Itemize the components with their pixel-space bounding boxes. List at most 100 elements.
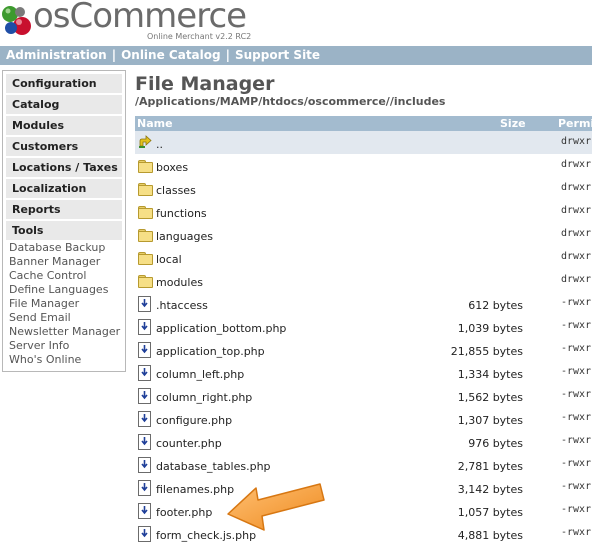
file-permissions: -rwxr xyxy=(561,389,592,400)
folder-icon xyxy=(138,158,153,173)
download-file-icon xyxy=(138,296,152,312)
file-permissions: -rwxr xyxy=(561,435,592,446)
file-permissions: -rwxr xyxy=(561,412,592,423)
file-name[interactable]: classes xyxy=(156,184,196,197)
file-name[interactable]: application_bottom.php xyxy=(156,322,286,335)
table-row[interactable]: form_check.js.php 4,881 bytes -rwxr xyxy=(135,522,592,545)
file-size: 4,881 bytes xyxy=(457,529,523,542)
top-navigation: Administration | Online Catalog | Support Si… xyxy=(0,46,592,65)
file-name[interactable]: footer.php xyxy=(156,506,212,519)
table-row[interactable]: .. drwxr xyxy=(135,131,592,154)
table-row[interactable]: boxes drwxr xyxy=(135,154,592,177)
tools-whos-online-link[interactable]: Who's Online xyxy=(9,353,81,367)
file-name[interactable]: counter.php xyxy=(156,437,222,450)
logo-text: osCommerce xyxy=(33,0,247,36)
tools-banner-manager-link[interactable]: Banner Manager xyxy=(9,255,100,269)
tools-server-info-link[interactable]: Server Info xyxy=(9,339,69,353)
tools-send-email-link[interactable]: Send Email xyxy=(9,311,71,325)
file-size: 1,334 bytes xyxy=(457,368,523,381)
download-file-icon xyxy=(138,503,152,519)
file-permissions: -rwxr xyxy=(561,481,592,492)
column-header-permissions[interactable]: Permis xyxy=(558,117,592,130)
tools-define-languages-link[interactable]: Define Languages xyxy=(9,283,108,297)
file-permissions: -rwxr xyxy=(561,343,592,354)
file-permissions: -rwxr xyxy=(561,504,592,515)
table-row[interactable]: footer.php 1,057 bytes -rwxr xyxy=(135,499,592,522)
sidebar-item-localization[interactable]: Localization xyxy=(6,179,122,198)
file-name[interactable]: .htaccess xyxy=(156,299,208,312)
parent-directory-icon xyxy=(138,135,152,149)
file-name[interactable]: functions xyxy=(156,207,207,220)
column-header-name[interactable]: Name xyxy=(137,117,173,130)
file-permissions: -rwxr xyxy=(561,297,592,308)
tools-database-backup-link[interactable]: Database Backup xyxy=(9,241,105,255)
download-file-icon xyxy=(138,434,152,450)
file-name[interactable]: column_right.php xyxy=(156,391,252,404)
version-label: Online Merchant v2.2 RC2 xyxy=(147,32,252,41)
download-file-icon xyxy=(138,411,152,427)
file-name[interactable]: database_tables.php xyxy=(156,460,271,473)
file-permissions: drwxr xyxy=(561,228,592,239)
sidebar-item-catalog[interactable]: Catalog xyxy=(6,95,122,114)
file-permissions: drwxr xyxy=(561,136,592,147)
table-row[interactable]: configure.php 1,307 bytes -rwxr xyxy=(135,407,592,430)
sidebar-item-customers[interactable]: Customers xyxy=(6,137,122,156)
table-row[interactable]: application_top.php 21,855 bytes -rwxr xyxy=(135,338,592,361)
tools-file-manager-link[interactable]: File Manager xyxy=(9,297,79,311)
file-name[interactable]: .. xyxy=(156,138,163,151)
table-row[interactable]: languages drwxr xyxy=(135,223,592,246)
file-size: 612 bytes xyxy=(468,299,523,312)
folder-icon xyxy=(138,273,153,288)
table-row[interactable]: database_tables.php 2,781 bytes -rwxr xyxy=(135,453,592,476)
table-row[interactable]: counter.php 976 bytes -rwxr xyxy=(135,430,592,453)
file-name[interactable]: modules xyxy=(156,276,203,289)
table-row[interactable]: application_bottom.php 1,039 bytes -rwxr xyxy=(135,315,592,338)
tools-newsletter-manager-link[interactable]: Newsletter Manager xyxy=(9,325,120,339)
table-row[interactable]: column_left.php 1,334 bytes -rwxr xyxy=(135,361,592,384)
sidebar-item-configuration[interactable]: Configuration xyxy=(6,74,122,93)
nav-online-catalog-link[interactable]: Online Catalog xyxy=(121,48,221,62)
current-path: /Applications/MAMP/htdocs/oscommerce//in… xyxy=(135,95,446,108)
download-file-icon xyxy=(138,457,152,473)
table-row[interactable]: classes drwxr xyxy=(135,177,592,200)
folder-icon xyxy=(138,250,153,265)
file-name[interactable]: boxes xyxy=(156,161,188,174)
table-row[interactable]: .htaccess 612 bytes -rwxr xyxy=(135,292,592,315)
table-row[interactable]: functions drwxr xyxy=(135,200,592,223)
download-file-icon xyxy=(138,365,152,381)
file-name[interactable]: languages xyxy=(156,230,213,243)
file-size: 21,855 bytes xyxy=(450,345,523,358)
table-row[interactable]: column_right.php 1,562 bytes -rwxr xyxy=(135,384,592,407)
file-size: 1,562 bytes xyxy=(457,391,523,404)
sidebar-item-tools[interactable]: Tools xyxy=(6,221,122,240)
file-size: 976 bytes xyxy=(468,437,523,450)
sidebar-item-modules[interactable]: Modules xyxy=(6,116,122,135)
sidebar-item-reports[interactable]: Reports xyxy=(6,200,122,219)
file-permissions: drwxr xyxy=(561,251,592,262)
table-row[interactable]: filenames.php 3,142 bytes -rwxr xyxy=(135,476,592,499)
file-name[interactable]: column_left.php xyxy=(156,368,244,381)
file-permissions: drwxr xyxy=(561,205,592,216)
sidebar: Configuration Catalog Modules Customers … xyxy=(2,70,126,372)
tools-cache-control-link[interactable]: Cache Control xyxy=(9,269,86,283)
page-title: File Manager xyxy=(135,73,275,95)
nav-separator: | xyxy=(111,48,117,62)
table-row[interactable]: modules drwxr xyxy=(135,269,592,292)
sidebar-item-locations-taxes[interactable]: Locations / Taxes xyxy=(6,158,122,177)
file-size: 2,781 bytes xyxy=(457,460,523,473)
file-size: 1,057 bytes xyxy=(457,506,523,519)
folder-icon xyxy=(138,204,153,219)
file-name[interactable]: filenames.php xyxy=(156,483,234,496)
file-size: 1,307 bytes xyxy=(457,414,523,427)
folder-icon xyxy=(138,227,153,242)
nav-support-site-link[interactable]: Support Site xyxy=(235,48,320,62)
header: osCommerce Online Merchant v2.2 RC2 xyxy=(0,0,592,46)
table-row[interactable]: local drwxr xyxy=(135,246,592,269)
file-permissions: drwxr xyxy=(561,182,592,193)
file-name[interactable]: configure.php xyxy=(156,414,232,427)
file-name[interactable]: local xyxy=(156,253,182,266)
file-name[interactable]: application_top.php xyxy=(156,345,265,358)
nav-administration-link[interactable]: Administration xyxy=(6,48,107,62)
file-permissions: -rwxr xyxy=(561,458,592,469)
column-header-size[interactable]: Size xyxy=(500,117,526,130)
